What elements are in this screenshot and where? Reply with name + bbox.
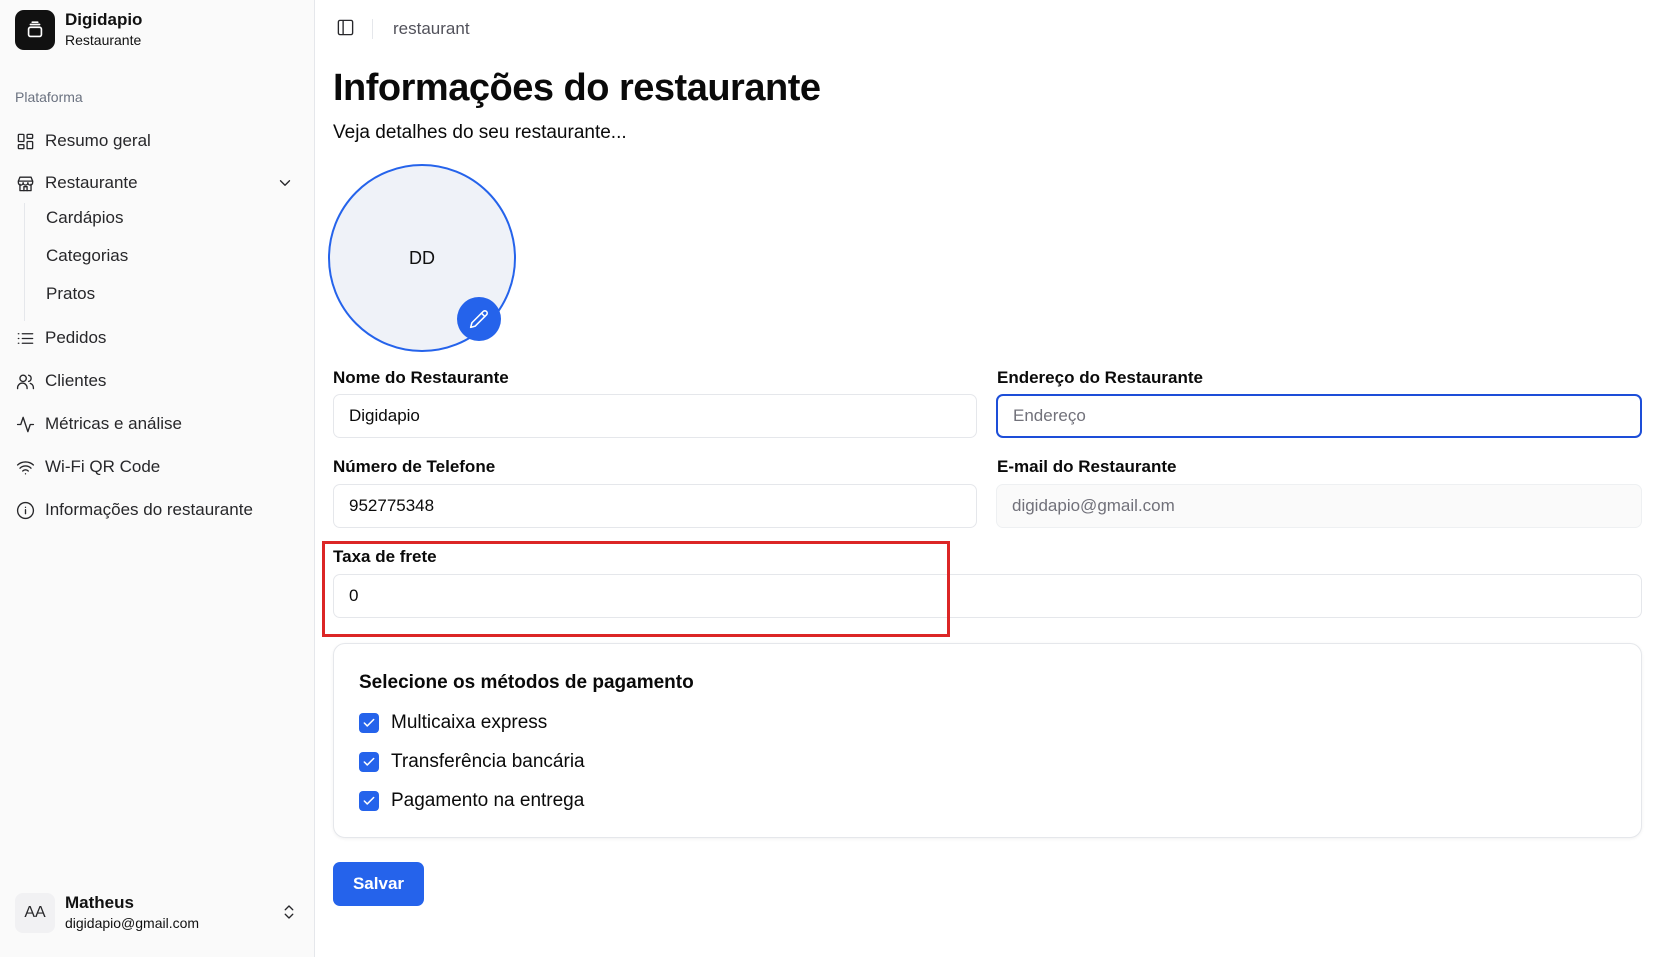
sidebar-item-label: Resumo geral bbox=[45, 131, 151, 150]
users-icon bbox=[15, 371, 35, 391]
pencil-icon bbox=[469, 310, 488, 329]
sidebar-item-clientes[interactable]: Clientes bbox=[15, 368, 106, 394]
brand-name: Digidapio bbox=[65, 10, 143, 29]
info-icon bbox=[15, 500, 35, 520]
delivery-fee-label: Taxa de frete bbox=[333, 547, 437, 566]
user-name: Matheus bbox=[65, 893, 134, 912]
sidebar: Digidapio Restaurante Plataforma Resumo … bbox=[0, 0, 315, 957]
payment-option[interactable]: Multicaixa express bbox=[359, 712, 547, 734]
check-icon bbox=[363, 796, 375, 805]
checkbox[interactable] bbox=[359, 791, 379, 811]
sidebar-subitem-cardapios[interactable]: Cardápios bbox=[46, 208, 124, 228]
payment-option-label: Pagamento na entrega bbox=[391, 790, 585, 811]
phone-input[interactable] bbox=[333, 484, 977, 528]
user-email: digidapio@gmail.com bbox=[65, 915, 200, 931]
list-icon bbox=[15, 328, 35, 348]
payment-methods-title: Selecione os métodos de pagamento bbox=[359, 672, 694, 693]
checkbox[interactable] bbox=[359, 713, 379, 733]
email-input[interactable] bbox=[996, 484, 1642, 528]
chevrons-up-down-icon[interactable] bbox=[280, 903, 300, 923]
sidebar-item-pedidos[interactable]: Pedidos bbox=[15, 325, 106, 351]
sidebar-subitem-pratos[interactable]: Pratos bbox=[46, 284, 95, 304]
sidebar-item-informacoes[interactable]: Informações do restaurante bbox=[15, 497, 253, 523]
check-icon bbox=[363, 718, 375, 727]
sidebar-toggle-icon[interactable] bbox=[336, 18, 356, 38]
save-button[interactable]: Salvar bbox=[333, 862, 424, 906]
edit-logo-button[interactable] bbox=[457, 297, 501, 341]
sidebar-item-label: Informações do restaurante bbox=[45, 500, 253, 519]
address-label: Endereço do Restaurante bbox=[997, 368, 1203, 387]
page-title: Informações do restaurante bbox=[333, 67, 821, 109]
delivery-fee-input[interactable] bbox=[333, 574, 1642, 618]
sidebar-item-wifi-qr[interactable]: Wi-Fi QR Code bbox=[15, 454, 160, 480]
payment-option-label: Multicaixa express bbox=[391, 712, 548, 733]
sidebar-item-label: Wi-Fi QR Code bbox=[45, 457, 161, 476]
page-subtitle: Veja detalhes do seu restaurante... bbox=[333, 122, 627, 143]
check-icon bbox=[363, 757, 375, 766]
avatar: AA bbox=[15, 893, 55, 933]
name-label: Nome do Restaurante bbox=[333, 368, 509, 387]
user-menu[interactable]: AA Matheus digidapio@gmail.com bbox=[15, 893, 300, 933]
restaurant-name-input[interactable] bbox=[333, 394, 977, 438]
payment-methods-card: Selecione os métodos de pagamento Multic… bbox=[333, 643, 1642, 838]
phone-label: Número de Telefone bbox=[333, 457, 496, 476]
sidebar-subitem-categorias[interactable]: Categorias bbox=[46, 246, 128, 266]
layout-grid-icon bbox=[15, 131, 35, 151]
sidebar-item-label: Métricas e análise bbox=[45, 414, 183, 433]
sidebar-item-label: Clientes bbox=[45, 371, 107, 390]
sidebar-item-restaurante[interactable]: Restaurante bbox=[15, 170, 138, 196]
submenu-divider bbox=[24, 203, 25, 321]
activity-icon bbox=[15, 414, 35, 434]
brand-logo-icon bbox=[15, 10, 55, 50]
payment-option[interactable]: Transferência bancária bbox=[359, 751, 585, 773]
breadcrumb[interactable]: restaurant bbox=[393, 19, 470, 39]
chevron-down-icon[interactable] bbox=[276, 174, 294, 192]
sidebar-group-label: Plataforma bbox=[15, 89, 83, 105]
address-input[interactable] bbox=[996, 394, 1642, 438]
sidebar-item-metricas[interactable]: Métricas e análise bbox=[15, 411, 182, 437]
email-label: E-mail do Restaurante bbox=[997, 457, 1177, 476]
payment-option[interactable]: Pagamento na entrega bbox=[359, 790, 584, 812]
brand-subtitle: Restaurante bbox=[65, 32, 142, 48]
header-divider bbox=[372, 19, 373, 39]
sidebar-item-resumo-geral[interactable]: Resumo geral bbox=[15, 128, 151, 154]
wifi-icon bbox=[15, 457, 35, 477]
checkbox[interactable] bbox=[359, 752, 379, 772]
sidebar-item-label: Restaurante bbox=[45, 173, 138, 192]
store-icon bbox=[15, 173, 35, 193]
payment-option-label: Transferência bancária bbox=[391, 751, 585, 772]
sidebar-item-label: Pedidos bbox=[45, 328, 107, 347]
brand[interactable]: Digidapio Restaurante bbox=[15, 10, 142, 50]
